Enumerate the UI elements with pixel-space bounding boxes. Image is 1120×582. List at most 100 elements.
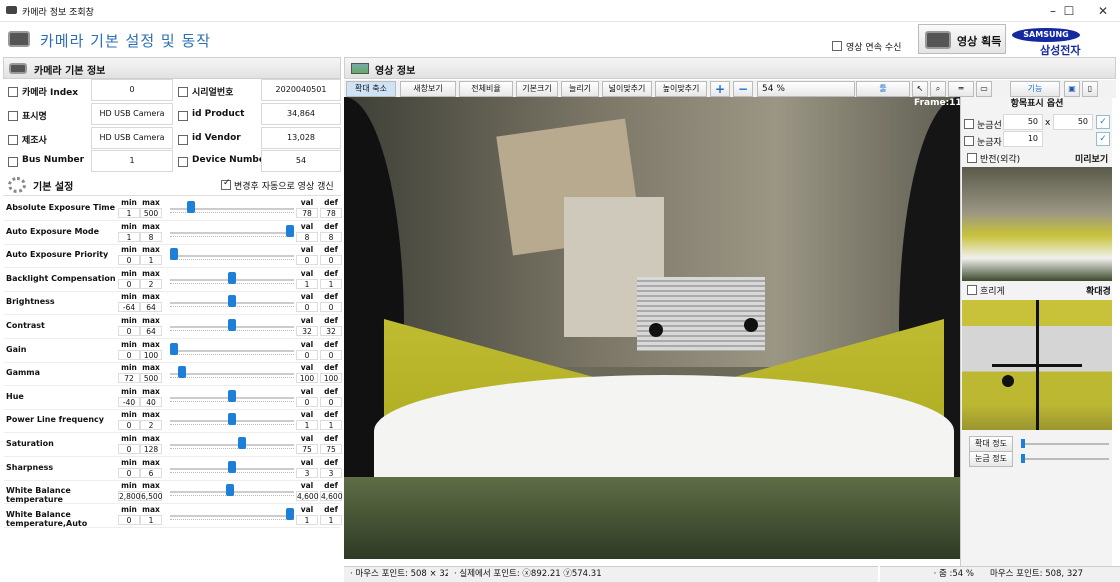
setting-slider-thumb[interactable] [237,437,246,449]
vendor-label: id Vendor [192,133,241,143]
grid-y-input[interactable]: 50 [1053,114,1093,130]
setting-slider-ticks [170,448,294,449]
setting-max-value: 128 [140,444,162,454]
maker-checkbox[interactable] [8,135,18,145]
setting-max-value: 40 [140,396,162,407]
capture-button[interactable]: 영상 획득 [918,24,1006,54]
zoom-select[interactable]: 54 % [757,81,855,97]
full-ratio-button[interactable]: 전체비율 [459,81,513,97]
setting-max-value: 500 [140,208,162,218]
device-checkbox[interactable] [178,157,188,167]
grid-checkbox[interactable] [964,119,974,129]
setting-name: Auto Exposure Mode [6,226,100,236]
name-checkbox[interactable] [8,111,18,121]
setting-min-value: -40 [118,396,140,407]
setting-max-cell: max 1 [140,245,162,266]
setting-slider-thumb[interactable] [228,295,236,308]
grid-label: 눈금선 [977,121,1002,131]
preview-thumbnail[interactable] [962,167,1112,281]
auto-update-checkbox[interactable] [221,180,231,190]
setting-slider-thumb[interactable] [170,248,178,261]
minus-icon[interactable]: − [733,81,753,97]
setting-slider-track[interactable] [170,444,294,446]
setting-val-value: 0 [296,396,318,407]
setting-val-value: 75 [296,444,318,454]
serial-value: 2020040501 [261,79,341,101]
setting-slider-track[interactable] [170,255,294,258]
setting-slider-thumb[interactable] [286,507,294,520]
frame-icon[interactable]: ▭ [976,81,992,97]
document-icon[interactable]: ▯ [1082,81,1098,97]
name-value: HD USB Camera [91,103,173,125]
setting-max-cell: max 64 [140,316,162,336]
product-checkbox[interactable] [178,111,188,121]
setting-name: Gamma [6,368,41,378]
ruler-apply-icon[interactable]: ✓ [1096,132,1110,146]
plus-icon[interactable]: + [710,81,730,97]
setting-val-cell: val 0 [296,245,318,266]
setting-slider-thumb[interactable] [187,201,196,213]
setting-slider-track[interactable] [170,349,294,352]
ruler-icon[interactable]: ═ [948,81,974,97]
setting-slider-track[interactable] [170,231,294,234]
ruler-strength-thumb[interactable] [1021,454,1025,463]
setting-slider-track[interactable] [170,514,294,517]
options-title: 항목표시 옵션 [1010,99,1064,109]
magnified-hole [1002,375,1014,387]
pointer-icon[interactable]: ↖ [912,81,928,97]
grid-apply-icon[interactable]: ✓ [1096,115,1110,129]
setting-slider-thumb[interactable] [228,413,236,426]
setting-row: Gamma min 72 max 500 val 100 def 100 [4,363,342,387]
index-checkbox[interactable] [8,87,18,97]
continuous-receive-checkbox[interactable] [832,41,842,51]
setting-def-cell: def 8 [320,222,342,242]
ruler-checkbox[interactable] [964,136,974,146]
setting-max-cell: max 500 [140,198,162,218]
fit-height-button[interactable]: 높이맞추기 [655,81,707,97]
setting-slider-thumb[interactable] [177,366,186,379]
setting-val-cell: val 100 [296,363,318,384]
setting-def-value: 0 [320,302,342,313]
zoom-strength-thumb[interactable] [1021,439,1025,448]
grid-x-input[interactable]: 50 [1003,114,1043,130]
save-icon[interactable]: ▣ [1064,81,1080,97]
setting-slider-track[interactable] [170,373,294,376]
setting-slider-thumb[interactable] [170,342,178,355]
index-value: 0 [91,79,173,101]
close-button[interactable]: ✕ [1088,3,1118,19]
magnifier-icon[interactable]: ⌕ [930,81,946,97]
flip-checkbox[interactable] [967,153,977,163]
video-frame[interactable]: Frame:115 [344,97,960,559]
setting-min-header: min [121,339,137,349]
setting-slider-ticks [170,377,294,379]
zoom-toggle-button[interactable]: 확대 축소 [346,81,396,97]
setting-min-header: min [121,363,137,373]
vendor-checkbox[interactable] [178,135,188,145]
ruler-strength-slider[interactable] [1021,458,1109,460]
ruler-input[interactable]: 10 [1003,131,1043,147]
fit-width-button[interactable]: 넓이맞추기 [602,81,652,97]
setting-min-cell: min 0 [118,269,140,289]
bus-checkbox[interactable] [8,157,18,167]
setting-slider-thumb[interactable] [228,319,236,331]
setting-row: Hue min -40 max 40 val 0 def 0 [4,387,342,410]
maximize-button[interactable]: ☐ [1054,3,1084,19]
setting-row: Gain min 0 max 100 val 0 def 0 [4,339,342,363]
setting-val-value: 32 [296,326,318,336]
setting-slider-thumb[interactable] [228,271,236,284]
setting-val-value: 100 [296,373,318,384]
setting-slider-thumb[interactable] [228,460,236,473]
setting-slider-thumb[interactable] [228,389,236,402]
setting-val-cell: val 78 [296,198,318,218]
zoom-strength-slider[interactable] [1021,443,1109,445]
setting-slider-thumb[interactable] [226,484,235,497]
default-size-button[interactable]: 기본크기 [516,81,558,97]
status-zoom: · 줌 :54 % [880,566,984,582]
serial-checkbox[interactable] [178,87,188,97]
enlarge-button[interactable]: 늘리기 [561,81,599,97]
setting-val-value: 0 [296,255,318,266]
app-header: 카메라 기본 설정 및 동작 영상 연속 수신 영상 획득 SAMSUNG 삼성… [0,22,1120,57]
setting-slider-thumb[interactable] [286,224,294,237]
new-window-button[interactable]: 새창보기 [400,81,456,97]
blur-checkbox[interactable] [967,285,977,295]
